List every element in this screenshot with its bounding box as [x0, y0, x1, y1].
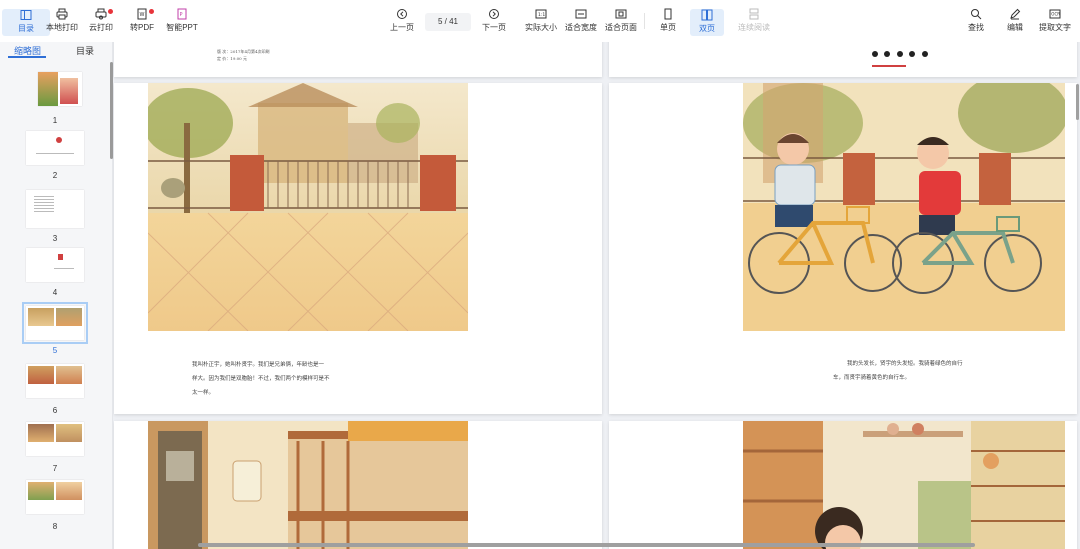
fit-page-icon [615, 9, 627, 19]
thumbnail-number: 3 [52, 234, 58, 243]
sidebar-tabs: 缩略图 目录 [0, 42, 113, 60]
fit-width-label: 适合宽度 [565, 23, 597, 32]
thumbnail-image [26, 190, 84, 228]
new-badge-dot [108, 9, 113, 14]
story-text-line: 我的头发长，贤宇的头发短。我骑着绿色的自行 [847, 361, 963, 367]
thumbnail-item[interactable]: 2 [0, 131, 110, 189]
copyright-line: 定 价：19.00 元 [217, 56, 247, 61]
chevron-left-circle-icon [397, 9, 407, 19]
search-icon [971, 9, 982, 20]
copyright-line: 版 次：2017年4月第4次印刷 [217, 49, 270, 54]
next-page-label: 下一页 [482, 23, 506, 32]
page-4-right [609, 42, 1077, 77]
prev-page-button[interactable]: 上一页 [378, 8, 426, 38]
continuous-read-button[interactable]: 连续阅读 [730, 8, 778, 38]
edit-label: 编辑 [1007, 23, 1023, 32]
fit-page-button[interactable]: 适合页面 [597, 8, 645, 38]
new-badge-dot [149, 9, 154, 14]
page-5-right: 我的头发长，贤宇的头发短。我骑着绿色的自行 车，而贤宇骑着黄色的自行车。 [609, 83, 1077, 414]
thumbnail-image [26, 422, 84, 456]
thumbnail-number: 5 [52, 346, 58, 355]
printer-icon [56, 8, 68, 20]
thumbnail-number: 7 [52, 464, 58, 473]
smart-ppt-button[interactable]: P 智能PPT [158, 8, 206, 38]
local-print-label: 本地打印 [46, 23, 78, 32]
story-text-line: 样大。因为我们是双胞胎！不过，我们两个的模样可是不 [192, 376, 330, 382]
thumbnail-image [26, 364, 84, 398]
single-page-icon [664, 8, 672, 20]
page-5-left: 我叫朴正宇，她叫朴贤宇。我们是兄弟俩，年龄也是一 样大。因为我们是双胞胎！不过，… [114, 83, 602, 414]
single-page-button[interactable]: 单页 [644, 8, 692, 38]
svg-text:OCR: OCR [1051, 12, 1060, 17]
fit-width-icon [575, 9, 587, 19]
illustration-bedroom [148, 421, 468, 549]
story-text-line: 太一样。 [192, 390, 215, 396]
toolbar: 目录 本地打印 云打印 W 转PDF P 智能PPT 上一页 5 / 41 下一… [0, 0, 1080, 42]
extract-text-button[interactable]: OCR 提取文字 [1031, 8, 1079, 38]
to-pdf-label: 转PDF [130, 23, 154, 32]
svg-text:W: W [140, 12, 145, 18]
catalog-label: 目录 [18, 24, 34, 33]
thumbnail-item[interactable]: 7 [0, 422, 110, 480]
story-text-line: 车，而贤宇骑着黄色的自行车。 [833, 375, 911, 381]
illustration-boys-on-bicycles [743, 83, 1065, 331]
page-number-input[interactable]: 5 / 41 [425, 13, 471, 31]
cloud-printer-icon [95, 8, 107, 20]
svg-text:P: P [180, 12, 183, 18]
pdf-icon: W [137, 8, 147, 20]
continuous-read-icon [749, 8, 759, 20]
prev-page-label: 上一页 [390, 23, 414, 32]
actual-size-icon: 1:1 [535, 9, 547, 19]
continuous-read-label: 连续阅读 [738, 23, 770, 32]
publisher-logos [872, 44, 928, 67]
smart-ppt-label: 智能PPT [166, 23, 198, 32]
active-tab-indicator [8, 56, 46, 58]
thumbnail-number: 1 [52, 116, 58, 125]
double-page-icon [701, 9, 713, 21]
thumbnail-number: 6 [52, 406, 58, 415]
page-6-left [114, 421, 602, 549]
thumbnail-image [26, 480, 84, 514]
story-text-line: 我叫朴正宇，她叫朴贤宇。我们是兄弟俩，年龄也是一 [192, 362, 325, 368]
svg-text:1:1: 1:1 [538, 12, 545, 18]
catalog-icon [20, 10, 32, 20]
next-page-button[interactable]: 下一页 [470, 8, 518, 38]
thumbnail-sidebar: 缩略图 目录 1 2 3 4 5 6 7 8 [0, 42, 113, 549]
pen-icon [1010, 8, 1021, 20]
thumbnail-item[interactable]: 6 [0, 364, 110, 422]
page-6-right [609, 421, 1077, 549]
double-page-button[interactable]: 双页 [690, 9, 724, 36]
thumbnail-image [38, 72, 82, 106]
thumbnail-item[interactable]: 8 [0, 480, 110, 538]
document-horizontal-scrollbar[interactable] [198, 543, 975, 547]
actual-size-label: 实际大小 [525, 23, 557, 32]
thumbnail-number: 2 [52, 171, 58, 180]
single-page-label: 单页 [660, 23, 676, 32]
find-label: 查找 [968, 23, 984, 32]
ppt-icon: P [177, 8, 187, 20]
page-4-left: 版 次：2017年4月第4次印刷 定 价：19.00 元 [114, 42, 602, 77]
tab-outline[interactable]: 目录 [76, 44, 94, 57]
thumbnail-image [22, 302, 88, 344]
fit-page-label: 适合页面 [605, 23, 637, 32]
document-view[interactable]: 版 次：2017年4月第4次印刷 定 价：19.00 元 我叫朴正宇，她叫朴贤宇… [113, 42, 1080, 549]
thumbnail-number: 4 [52, 288, 58, 297]
thumbnail-number: 8 [52, 522, 58, 531]
thumbnail-image [26, 248, 84, 282]
illustration-schoolyard [148, 83, 468, 331]
illustration-bedroom-shelves [743, 421, 1065, 549]
thumbnail-item[interactable]: 1 [0, 72, 110, 130]
thumbnail-item[interactable]: 4 [0, 248, 110, 306]
ocr-icon: OCR [1049, 9, 1061, 19]
thumbnail-image [26, 131, 84, 165]
chevron-right-circle-icon [489, 9, 499, 19]
document-vertical-scrollbar[interactable] [1076, 84, 1079, 120]
double-page-label: 双页 [699, 24, 715, 33]
thumbnail-item-selected[interactable]: 5 [0, 302, 110, 364]
thumbnail-item[interactable]: 3 [0, 190, 110, 248]
extract-text-label: 提取文字 [1039, 23, 1071, 32]
cloud-print-label: 云打印 [89, 23, 113, 32]
